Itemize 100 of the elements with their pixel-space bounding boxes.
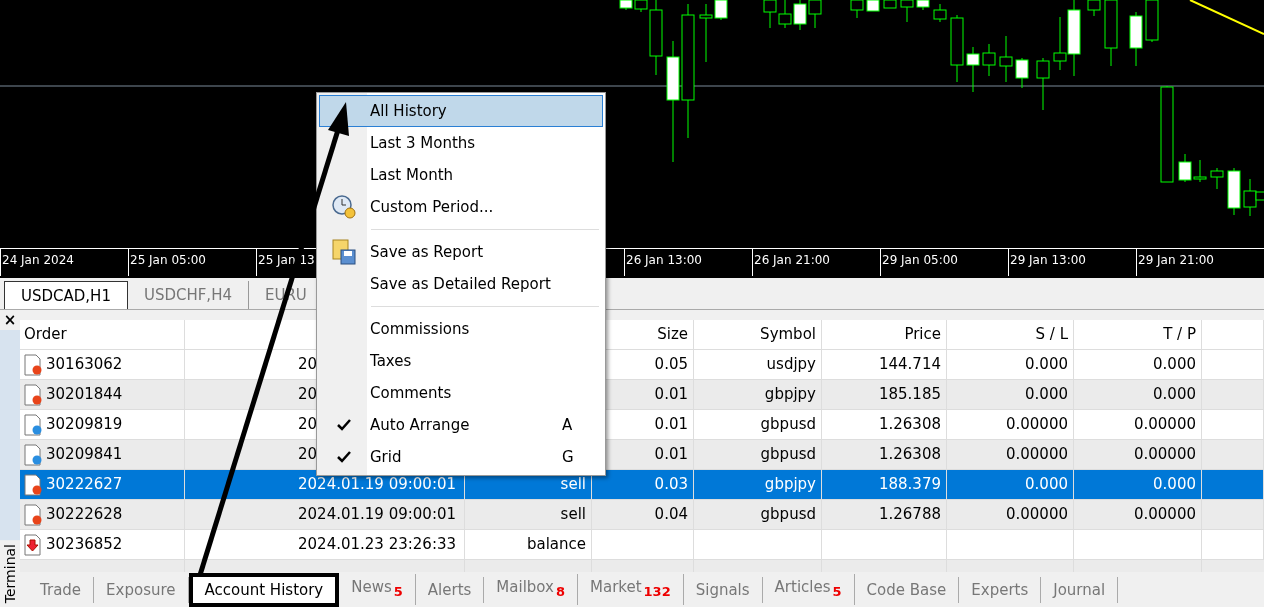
order-number: 30222627 (46, 474, 123, 495)
table-cell: sell (560, 505, 586, 523)
tab[interactable]: Articles$_{5}$ (762, 574, 855, 605)
tab[interactable]: News$_{5}$ (339, 574, 416, 605)
candle (933, 3, 947, 23)
chart-tab[interactable]: USDCAD,H1 (4, 281, 128, 309)
axis-label: 24 Jan 2024 (2, 253, 74, 267)
document-icon (24, 443, 42, 466)
candle (1178, 153, 1192, 183)
table-cell: usdjpy (766, 355, 816, 373)
table-cell: sell (560, 475, 586, 493)
table-cell: 2024.01.19 09:00:01 (298, 505, 457, 523)
table-cell: 0.00000 (1005, 445, 1068, 463)
table-row[interactable]: 30222627 2024.01.19 09:00:01 sell 0.03 gbpjpy 188.379 0.000 0.000 (20, 470, 1264, 500)
tab[interactable]: Exposure (94, 576, 189, 603)
table-cell: 0.01 (654, 415, 688, 433)
axis-label: 26 Jan 13:00 (626, 253, 702, 267)
candle (916, 0, 930, 11)
menu-item[interactable]: All History (319, 95, 603, 127)
menu-item[interactable]: Save as Report (319, 236, 603, 268)
table-cell: gbpusd (760, 415, 816, 433)
table-cell: 20 (298, 355, 318, 373)
column-header[interactable]: Price (904, 325, 941, 343)
checkmark-icon (337, 419, 351, 431)
table-cell: gbpusd (760, 505, 816, 523)
table-cell: 0.00000 (1133, 505, 1196, 523)
candle (1129, 11, 1143, 67)
tab[interactable]: Signals (683, 576, 763, 603)
candle (1036, 57, 1050, 111)
tab[interactable]: Account History (188, 572, 340, 607)
column-header[interactable]: T / P (1163, 325, 1196, 343)
table-cell: gbpjpy (764, 475, 816, 493)
document-icon (24, 503, 42, 526)
table-cell: 1.26308 (878, 445, 941, 463)
tab[interactable]: Market$_{132}$ (578, 574, 684, 605)
column-header[interactable]: Symbol (760, 325, 816, 343)
order-number: 30201844 (46, 384, 123, 405)
table-cell: balance (526, 535, 586, 553)
table-cell: 0.01 (654, 385, 688, 403)
tab[interactable]: Trade (28, 576, 95, 603)
tab[interactable]: Journal (1041, 576, 1119, 603)
table-cell: 0.000 (1153, 475, 1196, 493)
candle (1015, 57, 1029, 89)
chart-tab[interactable]: USDCHF,H4 (127, 281, 249, 309)
table-cell: 2024.01.23 23:26:33 (298, 535, 457, 553)
menu-item[interactable]: Last 3 Months (319, 127, 603, 159)
order-number: 30209819 (46, 414, 123, 435)
document-icon (24, 383, 42, 406)
menu-item[interactable]: Comments (319, 377, 603, 409)
axis-label: 29 Jan 05:00 (882, 253, 958, 267)
document-icon (24, 413, 42, 436)
table-cell: 0.00000 (1133, 415, 1196, 433)
table-cell: 0.03 (654, 475, 688, 493)
column-header[interactable]: Order (24, 325, 67, 343)
table-cell: 0.04 (654, 505, 688, 523)
count-label: 5 (393, 584, 403, 599)
close-button[interactable]: × (0, 310, 20, 330)
tab[interactable]: Mailbox$_{8}$ (484, 574, 578, 605)
checkmark-icon (337, 451, 351, 463)
table-cell: 2024.01.19 09:00:01 (298, 475, 457, 493)
column-header[interactable]: Size (657, 325, 688, 343)
menu-item[interactable]: Last Month (319, 159, 603, 191)
order-number: 30163062 (46, 354, 123, 375)
axis-label: 25 Jan 13 (258, 253, 315, 267)
tab[interactable]: Experts (959, 576, 1042, 603)
candle (866, 0, 880, 12)
table-cell: 0.000 (1025, 385, 1068, 403)
count-label: 5 (832, 584, 842, 599)
menu-item[interactable]: Custom Period... (319, 191, 603, 223)
table-cell: 185.185 (878, 385, 941, 403)
candle (1053, 16, 1067, 71)
table-cell: 1.26308 (878, 415, 941, 433)
panel-title: Terminal (0, 539, 20, 607)
table-cell: 20 (298, 445, 318, 463)
table-cell: 188.379 (878, 475, 941, 493)
candle (999, 35, 1013, 83)
table-cell: 0.05 (654, 355, 688, 373)
candle (793, 0, 807, 31)
order-number: 30222628 (46, 504, 123, 525)
document-icon (24, 353, 42, 376)
table-cell: gbpusd (760, 445, 816, 463)
menu-item[interactable]: Commissions (319, 313, 603, 345)
menu-item[interactable]: Grid G (319, 441, 603, 473)
tab[interactable]: Alerts (415, 576, 485, 603)
table-row[interactable]: 30222628 2024.01.19 09:00:01 sell 0.04 gbpusd 1.26788 0.00000 0.00000 (20, 500, 1264, 530)
axis-label: 29 Jan 21:00 (1138, 253, 1214, 267)
clock-icon (331, 194, 357, 220)
tab[interactable]: Code Base (854, 576, 960, 603)
table-cell: 20 (298, 415, 318, 433)
candle (982, 43, 996, 77)
axis-label: 26 Jan 21:00 (754, 253, 830, 267)
document-icon (24, 473, 42, 496)
column-header[interactable]: S / L (1035, 325, 1068, 343)
menu-item[interactable]: Auto Arrange A (319, 409, 603, 441)
order-number: 30209841 (46, 444, 123, 465)
table-cell: 0.000 (1153, 385, 1196, 403)
table-cell: gbpjpy (764, 385, 816, 403)
candle (966, 46, 980, 93)
table-cell: 144.714 (878, 355, 941, 373)
table-cell: 0.000 (1025, 355, 1068, 373)
